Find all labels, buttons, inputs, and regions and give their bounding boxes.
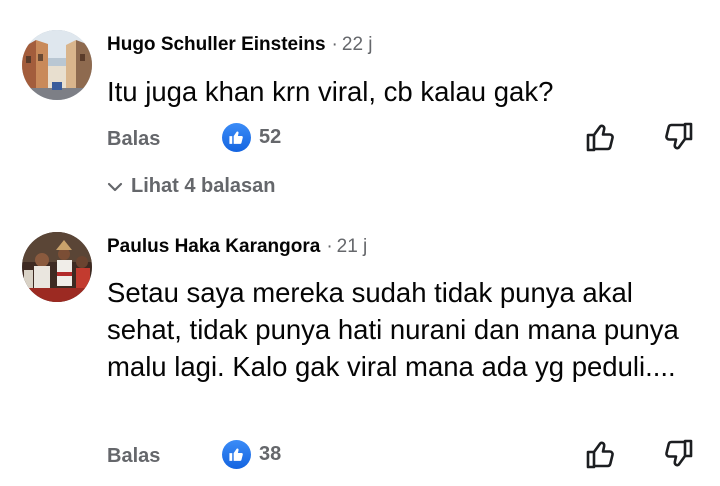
thumb-down-outline-icon[interactable]: [664, 121, 694, 153]
comment-text: Itu juga khan krn viral, cb kalau gak?: [107, 76, 554, 107]
thumb-up-outline-icon[interactable]: [585, 121, 615, 153]
avatar[interactable]: [22, 232, 92, 302]
avatar[interactable]: [22, 30, 92, 100]
comment-actions: Balas 38: [0, 437, 720, 477]
like-count: 38: [259, 443, 282, 465]
reply-button[interactable]: Balas: [107, 445, 160, 468]
thumb-up-outline-icon[interactable]: [585, 438, 615, 470]
view-replies-label: Lihat 4 balasan: [131, 175, 276, 197]
separator-dot: ·: [331, 34, 338, 55]
view-replies-button[interactable]: Lihat 4 balasan: [107, 175, 276, 198]
street-photo-avatar-icon: [22, 30, 92, 100]
timestamp[interactable]: 21 j: [337, 236, 368, 258]
separator-dot: ·: [326, 236, 333, 257]
like-summary[interactable]: 38: [222, 440, 281, 469]
thumbs-up-icon: [222, 123, 251, 152]
thumb-down-outline-icon[interactable]: [664, 438, 694, 470]
like-summary[interactable]: 52: [222, 123, 281, 152]
comment-text: Setau saya mereka sudah tidak punya akal…: [107, 277, 679, 382]
comment-header: Hugo Schuller Einsteins · 22 j: [107, 34, 373, 56]
author-name[interactable]: Paulus Haka Karangora: [107, 236, 320, 258]
comment-actions: Balas 52: [0, 120, 720, 160]
author-name[interactable]: Hugo Schuller Einsteins: [107, 34, 326, 56]
group-photo-avatar-icon: [22, 232, 92, 302]
reply-button[interactable]: Balas: [107, 128, 160, 151]
thumbs-up-icon: [222, 440, 251, 469]
timestamp[interactable]: 22 j: [342, 34, 373, 56]
comment-header: Paulus Haka Karangora · 21 j: [107, 236, 367, 258]
like-count: 52: [259, 126, 282, 148]
chevron-down-icon: [107, 182, 123, 191]
